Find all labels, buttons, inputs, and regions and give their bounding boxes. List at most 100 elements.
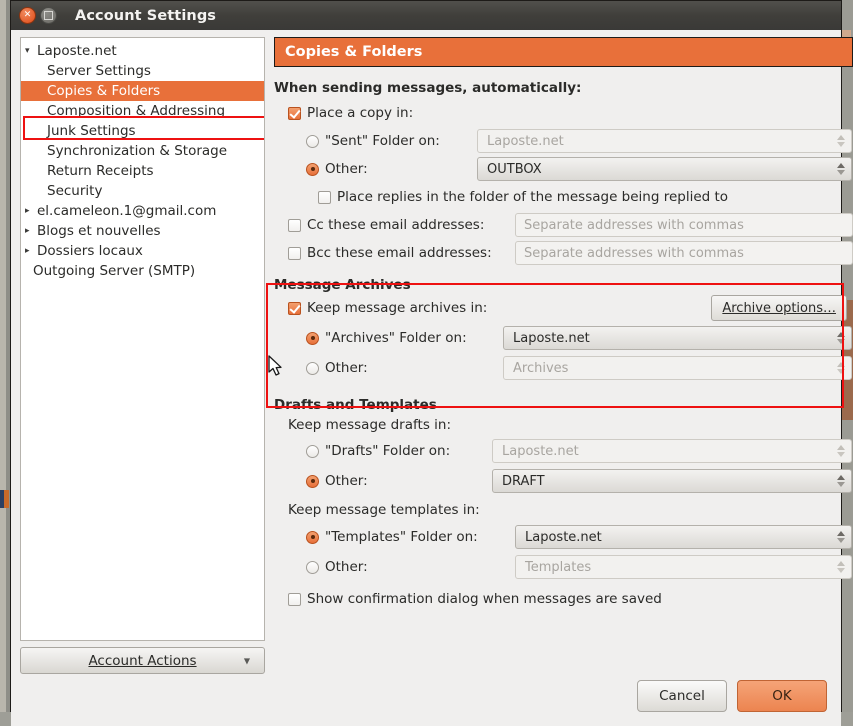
spinner-icon[interactable] <box>837 135 845 147</box>
archives-folder-radio[interactable] <box>306 331 319 345</box>
templates-folder-dropdown[interactable]: Laposte.net <box>515 525 852 549</box>
show-confirm-checkbox[interactable] <box>288 592 301 606</box>
sidebar-item-security[interactable]: Security <box>21 181 264 201</box>
show-confirm-row[interactable]: Show confirmation dialog when messages a… <box>274 586 853 612</box>
sidebar-item-dossiers-locaux[interactable]: ▸ Dossiers locaux <box>21 241 264 261</box>
drafts-folder-dropdown[interactable]: Laposte.net <box>492 439 852 463</box>
sent-folder-dropdown[interactable]: Laposte.net <box>477 129 852 153</box>
cancel-button[interactable]: Cancel <box>637 680 727 712</box>
templates-other-radio[interactable] <box>306 560 319 574</box>
archives-other-value: Archives <box>513 360 569 376</box>
sent-folder-row[interactable]: "Sent" Folder on: Laposte.net <box>274 128 853 154</box>
archives-other-dropdown[interactable]: Archives <box>503 356 852 380</box>
sidebar-item-el-cameleon-1-gmail-com[interactable]: ▸ el.cameleon.1@gmail.com <box>21 201 264 221</box>
window-title: Account Settings <box>75 7 217 24</box>
spinner-icon[interactable] <box>837 163 845 175</box>
drafts-other-dropdown[interactable]: DRAFT <box>492 469 852 493</box>
accounts-tree[interactable]: ▾ Laposte.net Server Settings Copies & Fold… <box>20 37 265 641</box>
templates-other-dropdown[interactable]: Templates <box>515 555 852 579</box>
sidebar-item-label: Security <box>47 183 103 199</box>
templates-folder-radio[interactable] <box>306 530 319 544</box>
content-row: ▾ Laposte.net Server Settings Copies & Fold… <box>11 30 853 674</box>
bcc-label: Bcc these email addresses: <box>307 245 492 261</box>
twisty-expanded-icon[interactable]: ▾ <box>25 41 37 61</box>
bcc-row[interactable]: Bcc these email addresses: Separate addr… <box>274 240 853 266</box>
sent-folder-radio[interactable] <box>306 134 319 148</box>
sidebar-item-label: Copies & Folders <box>47 83 161 99</box>
drafts-folder-label: "Drafts" Folder on: <box>325 443 451 459</box>
other-sent-row[interactable]: Other: OUTBOX <box>274 156 853 182</box>
sidebar-item-label: Laposte.net <box>37 43 117 59</box>
chevron-down-icon: ▼ <box>243 656 250 665</box>
templates-other-row[interactable]: Other: Templates <box>274 554 853 580</box>
cc-row[interactable]: Cc these email addresses: Separate addre… <box>274 212 853 238</box>
desktop-left-orange-mark <box>4 490 9 508</box>
ok-button[interactable]: OK <box>737 680 827 712</box>
twisty-collapsed-icon[interactable]: ▸ <box>25 201 37 221</box>
settings-panel: Copies & Folders When sending messages, … <box>265 37 853 674</box>
drafts-other-radio[interactable] <box>306 474 319 488</box>
sent-folder-value: Laposte.net <box>487 133 564 149</box>
window-titlebar[interactable]: Account Settings <box>11 1 841 30</box>
archives-other-label: Other: <box>325 360 368 376</box>
place-copy-row[interactable]: Place a copy in: <box>274 100 853 126</box>
archives-other-radio[interactable] <box>306 361 319 375</box>
archives-folder-dropdown[interactable]: Laposte.net <box>503 326 852 350</box>
drafts-heading: Keep message drafts in: <box>288 417 451 433</box>
place-replies-row[interactable]: Place replies in the folder of the messa… <box>274 184 853 210</box>
other-sent-dropdown[interactable]: OUTBOX <box>477 157 852 181</box>
cc-input[interactable]: Separate addresses with commas <box>515 213 853 237</box>
sidebar-item-return-receipts[interactable]: Return Receipts <box>21 161 264 181</box>
sidebar-item-server-settings[interactable]: Server Settings <box>21 61 264 81</box>
place-replies-checkbox[interactable] <box>318 190 331 204</box>
cc-checkbox[interactable] <box>288 218 301 232</box>
sidebar-item-junk-settings[interactable]: Junk Settings <box>21 121 264 141</box>
drafts-heading-row: Keep message drafts in: <box>274 414 853 436</box>
archives-folder-row[interactable]: "Archives" Folder on: Laposte.net <box>274 325 853 351</box>
twisty-collapsed-icon[interactable]: ▸ <box>25 241 37 261</box>
spinner-icon[interactable] <box>837 475 845 487</box>
sidebar-item-synchronization-storage[interactable]: Synchronization & Storage <box>21 141 264 161</box>
sidebar-item-blogs-et-nouvelles[interactable]: ▸ Blogs et nouvelles <box>21 221 264 241</box>
sidebar-item-composition-addressing[interactable]: Composition & Addressing <box>21 101 264 121</box>
other-sent-radio[interactable] <box>306 162 319 176</box>
archives-folder-label: "Archives" Folder on: <box>325 330 467 346</box>
spinner-icon[interactable] <box>837 362 845 374</box>
sidebar-item-copies-folders[interactable]: Copies & Folders <box>21 81 264 101</box>
keep-archives-row[interactable]: Keep message archives in: Archive option… <box>274 295 853 321</box>
archive-options-label: Archive options… <box>722 300 836 316</box>
sidebar-item-laposte-net[interactable]: ▾ Laposte.net <box>21 41 264 61</box>
drafts-folder-row[interactable]: "Drafts" Folder on: Laposte.net <box>274 438 853 464</box>
sidebar-item-label: Return Receipts <box>47 163 154 179</box>
sidebar-item-outgoing-server-smtp[interactable]: Outgoing Server (SMTP) <box>21 261 264 281</box>
keep-archives-label: Keep message archives in: <box>307 300 488 316</box>
templates-heading: Keep message templates in: <box>288 502 480 518</box>
archives-section-title: Message Archives <box>274 277 411 293</box>
place-copy-checkbox[interactable] <box>288 106 301 120</box>
dialog-footer: Cancel OK <box>11 674 841 726</box>
drafts-other-row[interactable]: Other: DRAFT <box>274 468 853 494</box>
archives-other-row[interactable]: Other: Archives <box>274 355 853 381</box>
account-actions-button[interactable]: Account Actions ▼ <box>20 647 265 674</box>
templates-folder-label: "Templates" Folder on: <box>325 529 478 545</box>
place-replies-label: Place replies in the folder of the messa… <box>337 189 729 205</box>
spinner-icon[interactable] <box>837 445 845 457</box>
sidebar-item-label: el.cameleon.1@gmail.com <box>37 203 217 219</box>
keep-archives-checkbox[interactable] <box>288 301 301 315</box>
templates-folder-value: Laposte.net <box>525 529 602 545</box>
bcc-checkbox[interactable] <box>288 246 301 260</box>
desktop-left-strip <box>0 0 6 726</box>
spinner-icon[interactable] <box>837 561 845 573</box>
spinner-icon[interactable] <box>837 531 845 543</box>
sidebar-item-label: Blogs et nouvelles <box>37 223 161 239</box>
archive-options-button[interactable]: Archive options… <box>711 295 847 321</box>
maximize-icon[interactable] <box>40 7 57 24</box>
spinner-icon[interactable] <box>837 332 845 344</box>
sidebar-item-label: Dossiers locaux <box>37 243 143 259</box>
sidebar-item-label: Junk Settings <box>47 123 136 139</box>
drafts-folder-radio[interactable] <box>306 444 319 458</box>
close-icon[interactable] <box>19 7 36 24</box>
templates-folder-row[interactable]: "Templates" Folder on: Laposte.net <box>274 524 853 550</box>
twisty-collapsed-icon[interactable]: ▸ <box>25 221 37 241</box>
bcc-input[interactable]: Separate addresses with commas <box>515 241 853 265</box>
